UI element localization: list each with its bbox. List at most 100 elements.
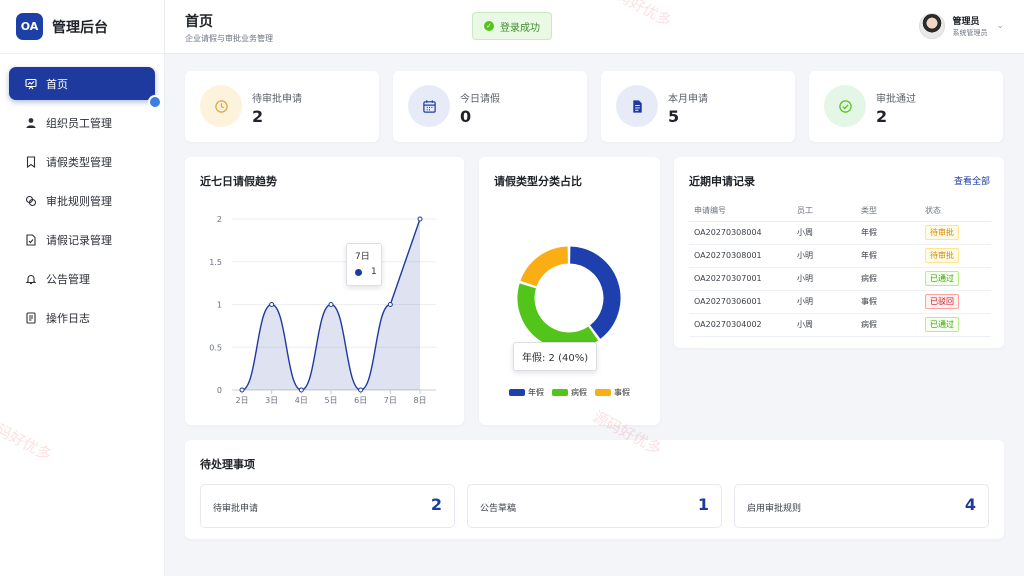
stat-card-today-leave[interactable]: 今日请假 0	[393, 71, 587, 142]
data-point[interactable]	[239, 387, 245, 393]
pending-item-rules[interactable]: 启用审批规则 4	[734, 484, 989, 528]
stat-value: 2	[252, 107, 264, 126]
table-row[interactable]: OA20270307001 小明 病假 已通过	[689, 267, 991, 291]
pie-slice[interactable]	[519, 245, 569, 288]
table-row[interactable]: OA20270306001 小明 事假 已驳回	[689, 290, 991, 314]
stat-label: 审批通过	[876, 94, 916, 105]
document-icon	[616, 85, 658, 127]
y-tick-label: 0	[217, 386, 222, 395]
data-point[interactable]	[298, 387, 304, 393]
user-name: 管理员	[952, 17, 980, 27]
stat-value: 5	[668, 107, 680, 126]
cell-status: 已通过	[920, 267, 991, 291]
trend-tooltip: 7日 1	[346, 243, 382, 286]
cell-employee: 小周	[792, 313, 856, 337]
data-point[interactable]	[358, 387, 364, 393]
stat-label: 待审批申请	[252, 94, 302, 105]
check-circle-icon	[824, 85, 866, 127]
success-toast: ✓ 登录成功	[472, 12, 552, 40]
cell-status: 已通过	[920, 313, 991, 337]
pending-item-approvals[interactable]: 待审批申请 2	[200, 484, 455, 528]
user-icon	[26, 117, 36, 128]
log-icon	[26, 311, 36, 324]
pie-legend: 年假 病假 事假	[479, 387, 660, 398]
pie-slice[interactable]	[516, 282, 600, 351]
sidebar-item-employees[interactable]: 组织员工管理	[9, 106, 155, 139]
stat-value: 2	[876, 107, 888, 126]
stat-card-month-applications[interactable]: 本月申请 5	[601, 71, 795, 142]
trend-chart-card: 近七日请假趋势 0 0.5 1 1.5 2 2日 3日 4日 5日 6日 7日 8日 7日 1	[185, 157, 464, 425]
cell-status: 待审批	[920, 244, 991, 268]
page-title: 首页	[185, 14, 213, 30]
table-row[interactable]: OA20270304002 小周 病假 已通过	[689, 313, 991, 337]
view-all-link[interactable]: 查看全部	[954, 174, 990, 187]
x-tick-label: 3日	[265, 396, 278, 405]
toast-text: 登录成功	[500, 22, 540, 34]
cell-type: 病假	[856, 313, 920, 337]
pie-chart-card: 请假类型分类占比 年假: 2 (40%) 年假 病假 事假	[479, 157, 660, 425]
rules-icon	[25, 195, 37, 206]
sidebar-item-label: 操作日志	[46, 311, 90, 325]
stat-value: 0	[460, 107, 472, 126]
pie-chart	[516, 245, 622, 351]
data-point[interactable]	[269, 302, 275, 307]
sidebar-item-operation-log[interactable]: 操作日志	[9, 301, 155, 334]
x-tick-label: 5日	[324, 396, 337, 405]
cell-id: OA20270307001	[689, 267, 792, 291]
cell-employee: 小明	[792, 244, 856, 268]
trend-tooltip-value: 1	[371, 267, 377, 277]
stat-label: 今日请假	[460, 94, 500, 105]
legend-swatch	[509, 389, 525, 396]
legend-item[interactable]: 年假	[509, 387, 544, 398]
status-badge: 待审批	[925, 248, 959, 263]
sidebar-item-home[interactable]: 首页	[9, 67, 162, 109]
stat-card-pending[interactable]: 待审批申请 2	[185, 71, 379, 142]
trend-tooltip-row: 1	[355, 267, 381, 277]
pending-count: 2	[430, 495, 442, 514]
clock-icon	[200, 85, 242, 127]
user-info: 管理员 系统管理员	[952, 14, 987, 38]
y-tick-label: 1.5	[209, 258, 222, 267]
sidebar-item-label: 首页	[46, 77, 68, 91]
cell-status: 待审批	[920, 221, 991, 245]
sidebar-item-leave-types[interactable]: 请假类型管理	[9, 145, 155, 178]
legend-item[interactable]: 病假	[552, 387, 587, 398]
sidebar: OA 管理后台 首页 组织员工管理 请假类型管理 审批规则管理 请假记录管理 公…	[0, 0, 165, 576]
sidebar-item-label: 审批规则管理	[46, 194, 112, 208]
user-role: 系统管理员	[952, 29, 988, 37]
stat-label: 本月申请	[668, 94, 708, 105]
column-header: 状态	[920, 201, 991, 222]
app-logo: OA	[16, 13, 43, 40]
pending-label: 启用审批规则	[747, 504, 802, 514]
status-badge: 已通过	[925, 317, 959, 332]
trend-tooltip-label: 7日	[355, 252, 370, 262]
legend-swatch	[595, 389, 611, 396]
pending-tasks-card: 待处理事项 待审批申请 2 公告草稿 1 启用审批规则 4	[185, 440, 1004, 539]
user-menu[interactable]: 管理员 系统管理员 ⌄	[919, 13, 1004, 39]
sidebar-item-leave-records[interactable]: 请假记录管理	[9, 223, 155, 256]
status-badge: 已驳回	[925, 294, 959, 309]
x-tick-label: 6日	[354, 396, 367, 405]
x-tick-label: 8日	[413, 396, 426, 405]
table-row[interactable]: OA20270308004 小周 年假 待审批	[689, 221, 991, 245]
pending-label: 公告草稿	[480, 504, 517, 514]
cell-employee: 小周	[792, 221, 856, 245]
data-point[interactable]	[387, 302, 393, 307]
sidebar-item-approval-rules[interactable]: 审批规则管理	[9, 184, 155, 217]
calendar-icon	[408, 85, 450, 127]
table-row[interactable]: OA20270308001 小明 年假 待审批	[689, 244, 991, 268]
column-header: 申请编号	[689, 201, 792, 222]
data-point[interactable]	[328, 302, 334, 307]
sidebar-item-announcements[interactable]: 公告管理	[9, 262, 155, 295]
pending-title: 待处理事项	[200, 458, 255, 471]
pie-slice[interactable]	[569, 245, 622, 341]
pending-count: 4	[964, 495, 976, 514]
chevron-down-icon: ⌄	[996, 21, 1004, 31]
stat-card-approved[interactable]: 审批通过 2	[809, 71, 1003, 142]
x-tick-label: 2日	[235, 396, 248, 405]
data-point[interactable]	[417, 216, 423, 222]
table-header-row: 申请编号 员工 类型 状态	[689, 201, 991, 222]
pending-item-drafts[interactable]: 公告草稿 1	[467, 484, 722, 528]
pending-label: 待审批申请	[213, 504, 259, 514]
legend-item[interactable]: 事假	[595, 387, 630, 398]
